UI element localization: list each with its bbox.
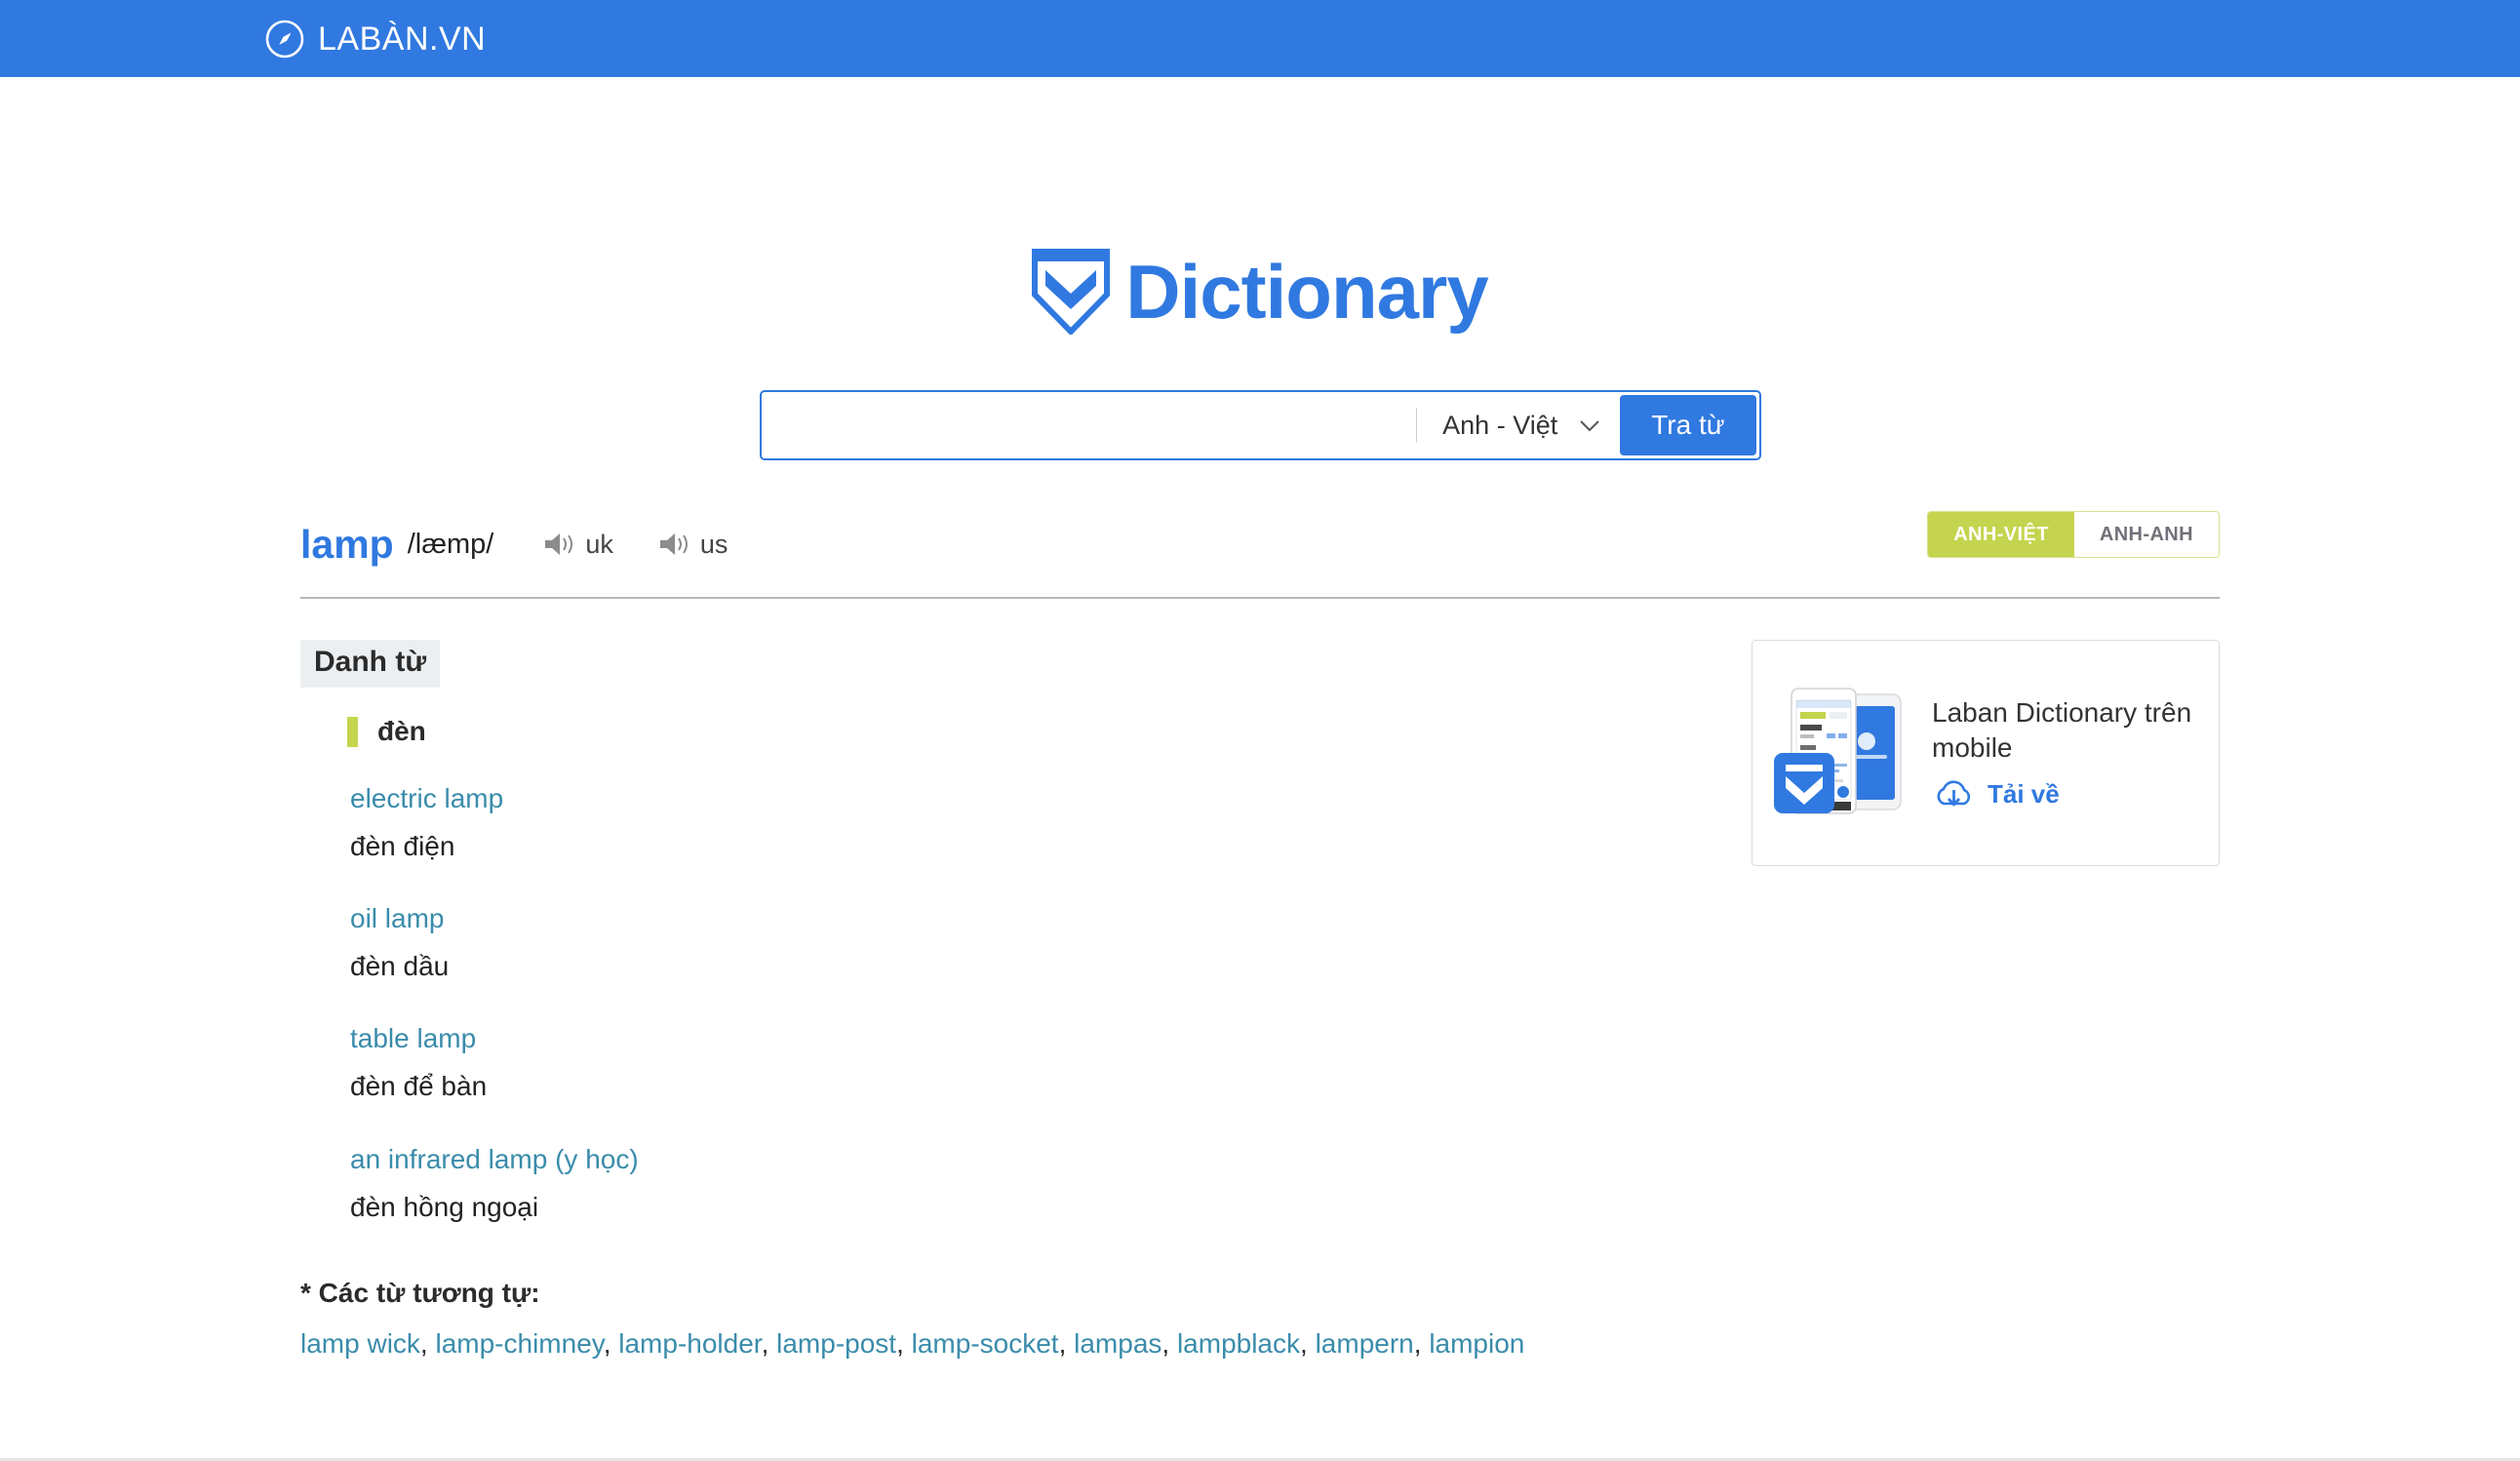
sense-marker-bar [347,717,358,747]
pronounce-uk-button[interactable]: uk [543,531,613,558]
similar-word-link[interactable]: lamp wick [300,1328,420,1359]
mobile-app-promo-card[interactable]: Laban Dictionary trên mobile Tải về [1752,640,2220,866]
compass-icon [264,19,305,59]
example-item: electric lamp đèn điện [350,783,1720,862]
logo-text: Dictionary [1125,254,1487,330]
dictionary-logo-link[interactable]: Dictionary [1032,249,1487,335]
tab-anh-viet[interactable]: ANH-VIỆT [1928,512,2074,557]
example-vietnamese: đèn dầu [350,951,1720,982]
tab-anh-anh[interactable]: ANH-ANH [2074,512,2219,557]
examples-list: electric lamp đèn điện oil lamp đèn dầu … [350,783,1720,1224]
brand-logo-link[interactable]: LABÀN.VN [264,19,486,59]
example-vietnamese: đèn để bàn [350,1071,1720,1102]
search-button[interactable]: Tra từ [1620,395,1755,455]
top-header-bar: LABÀN.VN [0,0,2520,77]
language-label: Anh - Việt [1442,411,1557,441]
chevron-down-icon [1579,419,1600,432]
pronounce-us-label: us [700,532,728,558]
example-item: table lamp đèn để bàn [350,1023,1720,1102]
pronounce-uk-label: uk [585,532,613,558]
example-vietnamese: đèn điện [350,831,1720,862]
phone-mockup-art [1770,683,1914,824]
ipa-transcription: /læmp/ [408,531,494,559]
example-english[interactable]: an infrared lamp (y học) [350,1144,639,1175]
similar-word-link[interactable]: lamp-holder [618,1328,761,1359]
body-columns: Danh từ đèn electric lamp đèn điện oil l… [300,640,2220,1361]
example-english[interactable]: electric lamp [350,783,503,814]
part-of-speech-label: Danh từ [300,640,440,688]
speaker-icon [543,531,577,558]
example-item: oil lamp đèn dầu [350,903,1720,982]
definition-column: Danh từ đèn electric lamp đèn điện oil l… [300,640,1720,1361]
similar-word-link[interactable]: lamp-post [776,1328,896,1359]
similar-words-list: lamp wick, lamp-chimney, lamp-holder, la… [300,1326,1720,1361]
sense-text: đèn [377,718,426,745]
similar-word-link[interactable]: lampas [1074,1328,1162,1359]
search-input[interactable] [765,395,1417,455]
search-box: Anh - Việt Tra từ [760,390,1761,460]
header-divider [300,597,2220,599]
example-english[interactable]: oil lamp [350,903,444,934]
promo-title: Laban Dictionary trên mobile [1932,695,2201,765]
similar-words-section: * Các từ tương tự: lamp wick, lamp-chimn… [300,1277,1720,1361]
similar-word-link[interactable]: lampern [1316,1328,1414,1359]
sidebar-column: Laban Dictionary trên mobile Tải về [1720,640,2220,1361]
promo-download-label: Tải về [1988,781,2060,807]
dictionary-mode-toggle: ANH-VIỆT ANH-ANH [1927,511,2220,558]
word-header-row: lamp /læmp/ uk us AN [300,516,2220,573]
promo-download-link[interactable]: Tải về [1932,778,2201,810]
pronounce-us-button[interactable]: us [658,531,728,558]
speaker-icon [658,531,692,558]
promo-text-block: Laban Dictionary trên mobile Tải về [1932,695,2201,810]
headword: lamp [300,525,394,565]
brand-name: LABÀN.VN [318,22,486,56]
search-section: Anh - Việt Tra từ [0,390,2520,460]
cloud-download-icon [1932,778,1976,810]
content-container: lamp /læmp/ uk us AN [300,516,2220,1361]
similar-word-link[interactable]: lamp-socket [912,1328,1059,1359]
example-english[interactable]: table lamp [350,1023,476,1054]
example-vietnamese: đèn hồng ngoại [350,1192,1720,1223]
similar-word-link[interactable]: lamp-chimney [435,1328,603,1359]
example-item: an infrared lamp (y học) đèn hồng ngoại [350,1144,1720,1223]
similar-words-title: * Các từ tương tự: [300,1277,1720,1310]
sense-row: đèn [347,717,1720,747]
logo-section: Dictionary [0,249,2520,335]
language-dropdown[interactable]: Anh - Việt [1417,395,1620,455]
similar-word-link[interactable]: lampblack [1177,1328,1300,1359]
similar-word-link[interactable]: lampion [1429,1328,1524,1359]
shield-chevron-icon [1032,249,1110,335]
